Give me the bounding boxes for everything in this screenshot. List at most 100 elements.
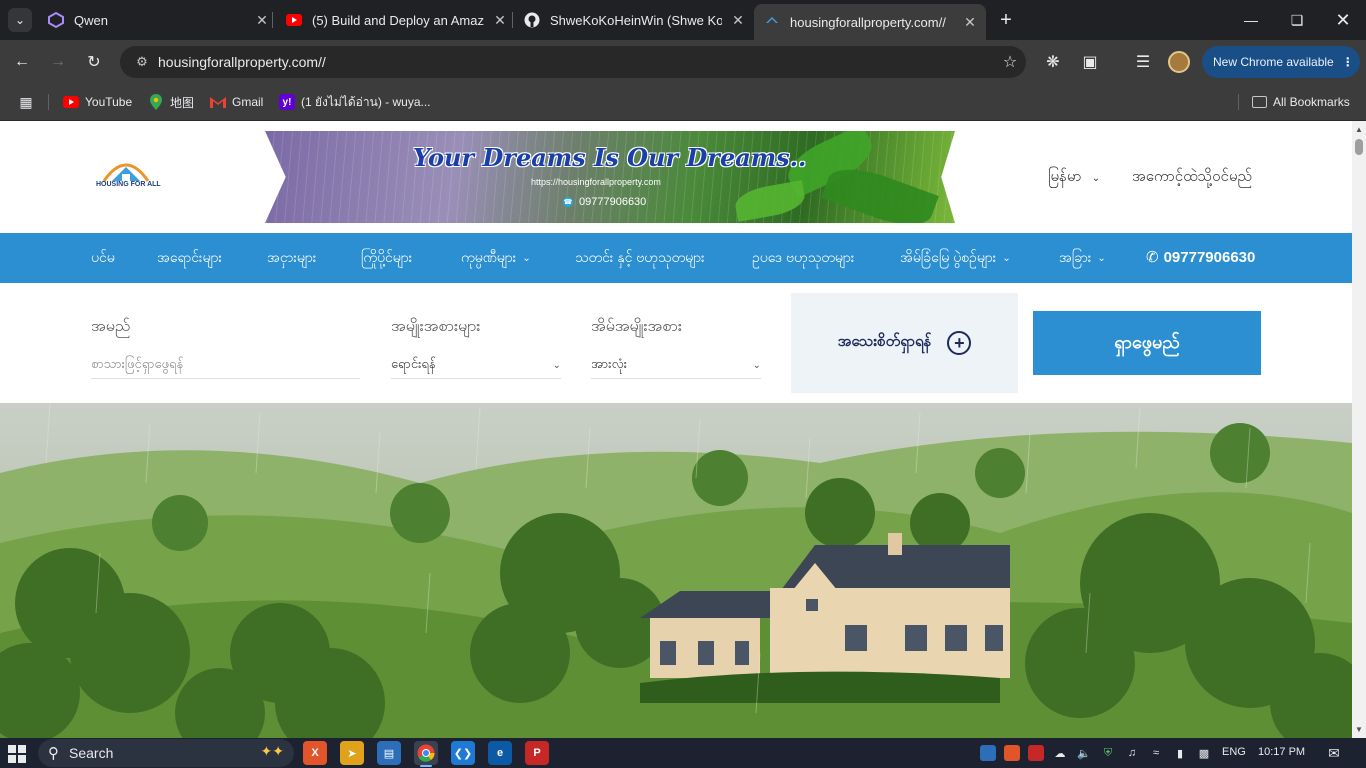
type-select[interactable]: အားလုံး ⌄ [591,353,761,379]
nav-item-home[interactable]: ပင်မ [91,248,115,269]
restore-button[interactable]: ❏ [1274,0,1320,40]
profile-avatar[interactable] [1168,51,1190,73]
nav-label: အိမ်ခြံမြေ ပွဲစဉ်များ [900,249,997,265]
back-button[interactable]: ← [8,48,36,76]
tray-app-icon[interactable] [980,745,996,761]
address-text[interactable]: housingforallproperty.com// [158,54,994,70]
qwen-icon [48,12,64,28]
apps-button[interactable]: ▦ [18,92,40,112]
advanced-search-button[interactable]: အသေးစိတ်ရှာရန် + [791,293,1018,393]
nav-item-legal[interactable]: ဥပဒေ ဗဟုသုတများ [752,248,854,269]
nav-item-rentals[interactable]: အငှားများ [267,248,316,269]
nav-item-companies[interactable]: ကုမ္ပဏီများ ⌄ [461,248,531,269]
nav-item-news[interactable]: သတင်း နှင့် ဗဟုသုတများ [575,248,705,269]
search-submit-button[interactable]: ရှာဖွေမည် [1033,311,1261,375]
scroll-up-arrow-icon[interactable]: ▲ [1355,125,1363,134]
taskbar-app-explorer[interactable]: ▤ [377,741,401,765]
bookmark-yahoo[interactable]: y! (1 ยังไม่ได้อ่าน) - wuya... [279,92,431,112]
extension-button[interactable]: ❋ [1039,48,1067,76]
new-chrome-available-button[interactable]: New Chrome available ⋮ [1202,46,1360,78]
onedrive-icon[interactable]: ☁ [1052,745,1068,761]
bookmark-label: YouTube [85,95,133,109]
close-icon[interactable]: ✕ [730,12,746,28]
taskbar-app-filezilla[interactable]: ➤ [340,741,364,765]
taskbar-app-edge[interactable]: e [488,741,512,765]
taskbar-app-xampp[interactable]: X [303,741,327,765]
volume-icon[interactable]: ♫ [1124,745,1140,761]
tray-pdf-icon[interactable] [1028,745,1044,761]
notifications-icon[interactable]: ✉ [1326,745,1342,761]
forward-button[interactable]: → [44,48,72,76]
category-select[interactable]: ရောင်းရန် ⌄ [391,353,561,379]
start-button[interactable] [8,745,26,763]
speaker-muted-icon[interactable]: 🔈 [1076,745,1092,761]
yahoo-icon: y! [279,94,295,110]
close-icon[interactable]: ✕ [492,12,508,28]
youtube-icon [286,12,302,28]
hero-landscape-illustration [0,403,1352,738]
address-bar[interactable]: ⚙ housingforallproperty.com// ☆ [120,46,1026,78]
media-control-button[interactable]: ☰ [1129,48,1157,76]
extensions-menu-button[interactable]: ▣ [1076,48,1104,76]
property-search-bar: အမည် စာသားဖြင့်ရှာဖွေရန် အမျိုးအစားများ … [0,283,1352,403]
banner-url: https://housingforallproperty.com [531,177,661,187]
nav-item-other[interactable]: အခြား ⌄ [1059,248,1106,269]
taskbar-app-vscode[interactable]: ❮❯ [451,741,475,765]
bookmark-label: Gmail [232,95,264,109]
site-logo[interactable] [94,155,158,199]
all-bookmarks-button[interactable]: All Bookmarks [1252,92,1350,112]
close-icon[interactable]: ✕ [254,12,270,28]
page-scrollbar[interactable]: ▲ ▼ [1352,121,1366,738]
display-icon[interactable]: ▩ [1196,745,1212,761]
banner-phone: ☎ 09777906630 [563,196,646,208]
tab-youtube[interactable]: (5) Build and Deploy an Amazin ✕ [282,0,508,40]
taskbar-app-chrome[interactable] [414,741,438,767]
tab-housingforall[interactable]: housingforallproperty.com// ✕ [754,4,986,40]
github-icon [524,12,540,28]
input-language[interactable]: ENG [1222,746,1246,758]
reload-button[interactable]: ↻ [80,48,108,76]
site-info-icon[interactable]: ⚙ [126,54,158,70]
shield-icon[interactable]: ⛨ [1100,745,1116,761]
tab-qwen[interactable]: Qwen ✕ [44,0,270,40]
search-icon: ⚲ [48,745,59,762]
reload-icon: ↻ [87,54,101,71]
close-icon[interactable]: ✕ [962,14,978,30]
window-close-button[interactable]: ✕ [1320,0,1366,40]
chevron-down-icon: ⌄ [14,13,26,27]
nav-item-events[interactable]: အိမ်ခြံမြေ ပွဲစဉ်များ ⌄ [900,248,1011,269]
search-input[interactable]: စာသားဖြင့်ရှာဖွေရန် [91,353,360,379]
taskbar-search[interactable]: ⚲ Search ✦✦ [38,739,294,767]
bookmark-star-icon[interactable]: ☆ [994,52,1026,72]
nav-phone-link[interactable]: ✆ 09777906630 [1146,248,1255,267]
tab-title: ShweKoKoHeinWin (Shwe Ko Ko [550,12,722,28]
battery-icon[interactable]: ▮ [1172,745,1188,761]
taskbar-app-postman[interactable]: P [525,741,549,765]
playlist-icon: ☰ [1135,54,1151,71]
language-selector[interactable]: မြန်မာ ⌄ [1048,167,1100,189]
scrollbar-thumb[interactable] [1355,139,1363,155]
scroll-down-arrow-icon[interactable]: ▼ [1355,725,1363,734]
tab-title: housingforallproperty.com// [790,14,946,30]
bookmark-maps[interactable]: 地图 [148,92,194,112]
bookmarks-bar: ▦ YouTube 地图 Gmail y! (1 ยังไม่ได้อ่าน) … [0,84,1366,121]
tab-separator [272,12,273,28]
hero-banner-ad[interactable]: Your Dreams Is Our Dreams.. https://hous… [265,131,955,223]
phone-icon: ✆ [1146,249,1159,266]
main-nav: ပင်မ အရောင်းများ အငှားများ ကြိုပို့င်မျာ… [0,233,1352,283]
new-tab-button[interactable]: + [994,8,1018,32]
clock[interactable]: 10:17 PM [1258,746,1305,758]
tray-xampp-icon[interactable] [1004,745,1020,761]
wifi-icon[interactable]: ≈ [1148,745,1164,761]
login-link[interactable]: အကောင့်ထဲသို့ဝင်မည် [1132,167,1252,189]
windows-taskbar: ⚲ Search ✦✦ X ➤ ▤ ❮❯ e P ☁ 🔈 ⛨ ♫ ≈ ▮ ▩ E… [0,738,1366,768]
tab-github[interactable]: ShweKoKoHeinWin (Shwe Ko Ko ✕ [520,0,746,40]
hero-image [0,403,1352,738]
nav-item-presale[interactable]: ကြိုပို့င်များ [361,248,412,269]
bookmark-youtube[interactable]: YouTube [63,92,132,112]
tab-search-button[interactable]: ⌄ [8,8,32,32]
bookmark-gmail[interactable]: Gmail [210,92,263,112]
minimize-button[interactable]: — [1228,0,1274,40]
nav-label: အခြား [1059,249,1092,265]
nav-item-sales[interactable]: အရောင်းများ [157,248,222,269]
